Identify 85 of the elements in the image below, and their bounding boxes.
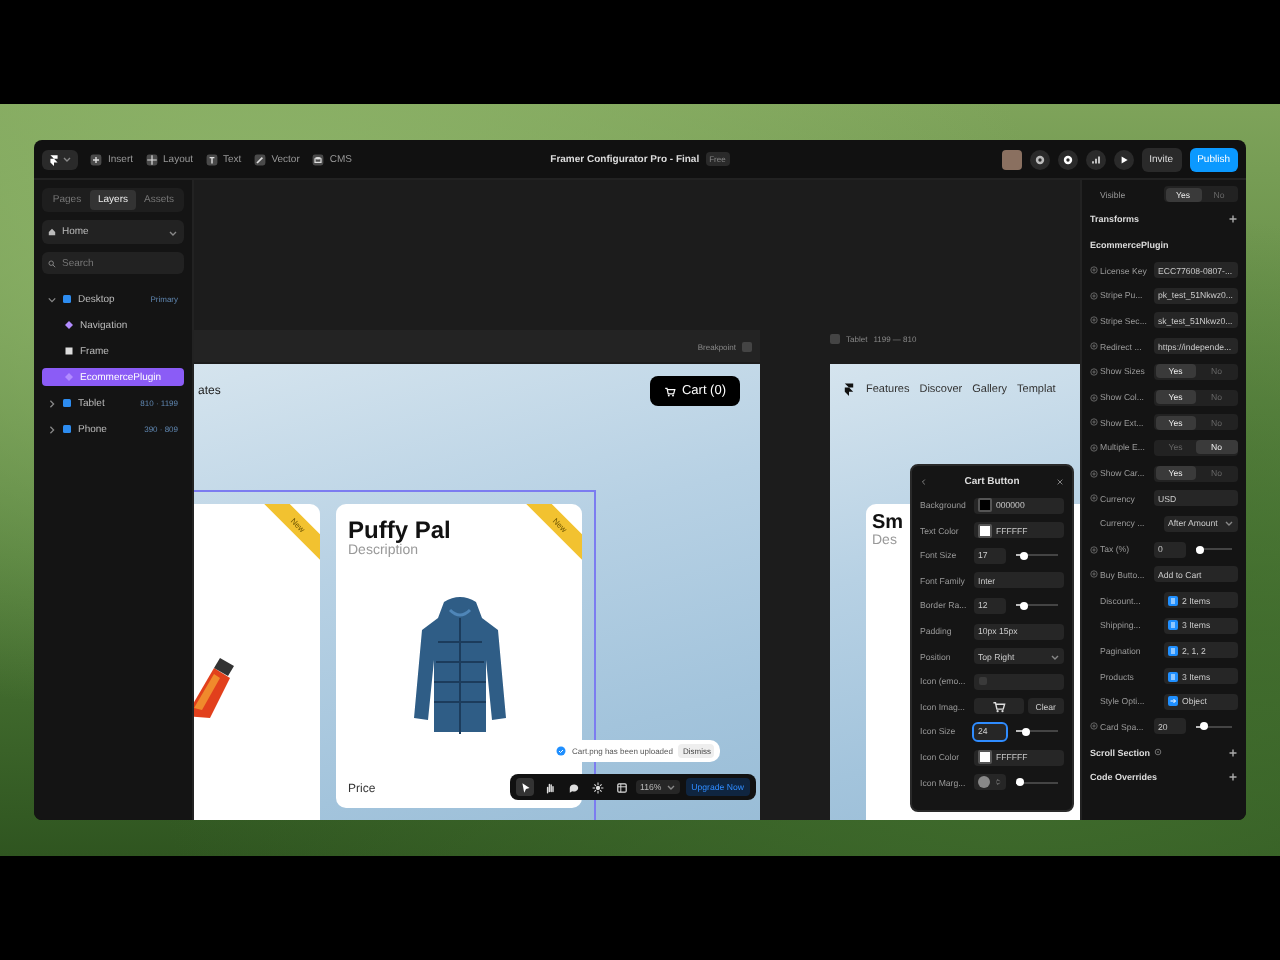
slider-thumb[interactable] <box>1195 545 1204 554</box>
settings-button[interactable] <box>1057 149 1078 169</box>
settings-icon <box>1061 153 1074 165</box>
frame-icon <box>615 781 627 793</box>
plus-icon <box>1228 772 1238 783</box>
plus-circle-icon <box>1090 443 1098 452</box>
slider-thumb[interactable] <box>1020 551 1029 560</box>
slider-thumb[interactable] <box>1022 727 1031 736</box>
plus-circle-icon <box>1090 291 1098 300</box>
product-title: Puffy Pal <box>348 516 451 544</box>
bar-chart-icon <box>1089 153 1102 165</box>
tablet-icon <box>830 334 840 344</box>
comment-icon <box>567 781 579 793</box>
add-button[interactable] <box>1228 214 1238 225</box>
plus-circle-icon <box>1090 418 1098 427</box>
grid-icon <box>145 153 158 165</box>
image-field[interactable] <box>974 698 1024 715</box>
home-icon <box>48 228 56 236</box>
list-icon <box>1168 620 1178 631</box>
slider-thumb[interactable] <box>1020 601 1029 610</box>
chevron-icon[interactable] <box>48 399 56 407</box>
cart-icon <box>991 699 1006 714</box>
preview-button[interactable] <box>1113 149 1134 169</box>
jacket-drawing <box>409 594 509 734</box>
square-icon <box>64 346 74 356</box>
logo-icon <box>48 153 60 165</box>
play-icon <box>1117 153 1130 165</box>
tool-button[interactable] <box>612 778 630 796</box>
text-icon <box>205 153 218 165</box>
logo-icon <box>842 382 856 396</box>
plus-circle-icon <box>1090 545 1098 554</box>
caret-icon <box>1224 518 1234 529</box>
frame-icon <box>62 398 72 408</box>
avatar[interactable] <box>1001 149 1022 169</box>
cursor-icon <box>519 781 531 793</box>
plus-circle-icon <box>1090 342 1098 351</box>
database-icon <box>311 153 324 165</box>
circle-icon <box>978 776 990 789</box>
list-icon <box>1168 645 1178 656</box>
plus-icon <box>1228 747 1238 758</box>
cart-icon <box>663 385 676 397</box>
caret-icon <box>62 154 72 164</box>
check-circle-icon <box>556 746 566 756</box>
emoji-field[interactable] <box>974 673 1064 690</box>
plus-circle-icon <box>1090 393 1098 401</box>
product-title: Sm <box>872 512 904 534</box>
close-button[interactable] <box>1056 477 1064 485</box>
plus-circle-icon <box>1090 722 1098 731</box>
main-menu-button[interactable] <box>42 149 78 169</box>
add-button[interactable] <box>1228 747 1238 758</box>
add-button[interactable] <box>1228 772 1238 783</box>
settings-button[interactable] <box>1029 149 1050 169</box>
list-icon <box>1168 671 1178 682</box>
stepper-field[interactable] <box>974 774 1006 791</box>
plus-circle-icon <box>1090 494 1098 503</box>
chevron-icon[interactable] <box>48 295 56 303</box>
plus-icon <box>90 153 102 165</box>
component-icon <box>64 320 74 330</box>
tool-button[interactable] <box>564 778 582 796</box>
caret-icon <box>665 782 676 792</box>
plus-circle-icon <box>1090 266 1098 275</box>
analytics-button[interactable] <box>1085 149 1106 169</box>
settings-icon <box>1033 153 1046 165</box>
list-icon <box>1168 595 1178 605</box>
stepper-arrows-icon <box>994 776 1002 789</box>
slider-thumb[interactable] <box>1199 722 1208 731</box>
caret-icon <box>1050 651 1060 662</box>
plus-circle-icon <box>1090 316 1098 325</box>
caret-icon <box>168 227 178 237</box>
pen-icon <box>253 153 266 165</box>
slider-thumb[interactable] <box>1016 778 1025 787</box>
chevron-icon[interactable] <box>48 425 56 433</box>
plus-circle-icon <box>1090 570 1098 579</box>
close-icon <box>1056 477 1064 485</box>
plus-circle-icon <box>1090 367 1098 376</box>
plus-icon <box>1228 214 1238 225</box>
component-icon <box>64 372 74 382</box>
sun-icon <box>591 781 603 793</box>
tool-button[interactable] <box>588 778 606 796</box>
tool-button[interactable] <box>516 778 534 796</box>
target-icon <box>1154 748 1163 757</box>
frame-icon <box>62 424 72 434</box>
plus-circle-icon <box>1090 469 1098 478</box>
frame-icon <box>62 294 72 304</box>
arrow-icon <box>1168 696 1178 707</box>
